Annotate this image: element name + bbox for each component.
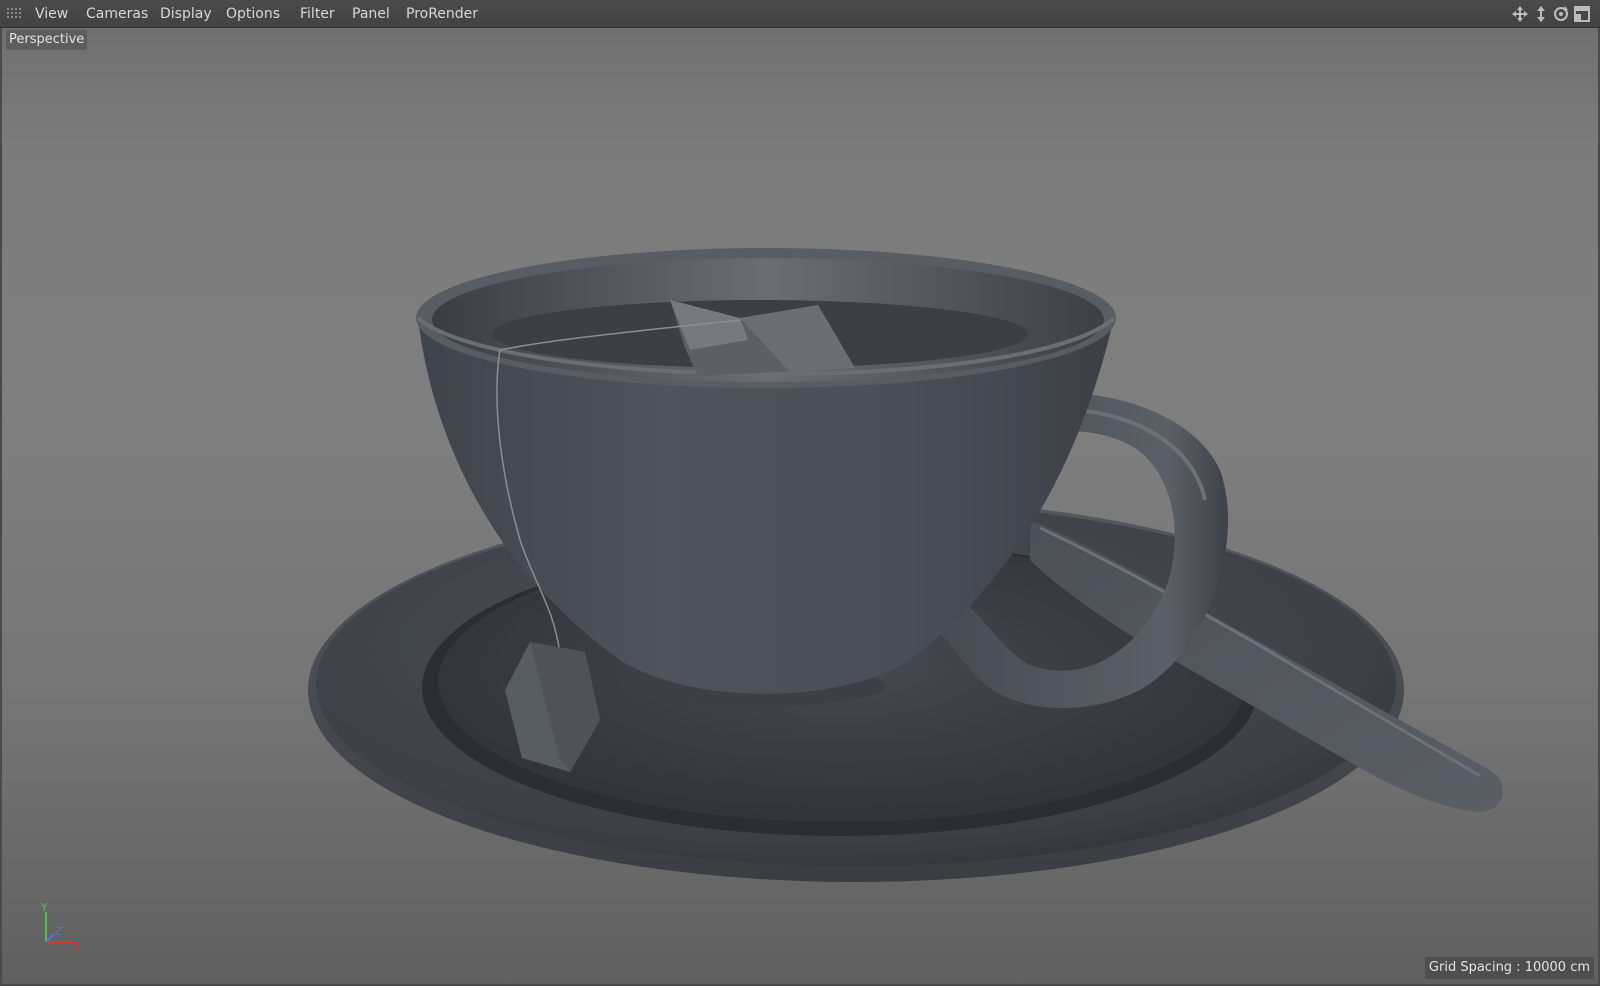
teacup-render[interactable] — [0, 0, 1600, 986]
axis-x-label: X — [74, 940, 82, 952]
axis-z-label: Z — [55, 925, 63, 938]
cinema4d-viewport-window: View Cameras Display Options Filter Pane… — [0, 0, 1600, 986]
camera-label[interactable]: Perspective — [6, 30, 88, 50]
axis-y-label: Y — [40, 902, 48, 914]
grid-spacing-readout: Grid Spacing : 10000 cm — [1424, 957, 1594, 979]
axis-gizmo: Y Z X — [40, 902, 82, 952]
